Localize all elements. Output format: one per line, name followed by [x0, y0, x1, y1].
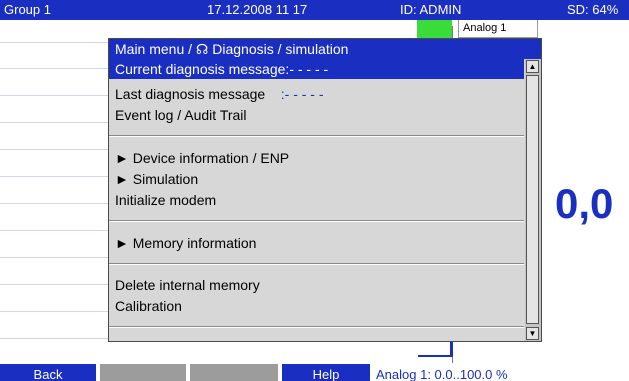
- menu-item-event-log[interactable]: Event log / Audit Trail: [109, 105, 524, 125]
- scroll-down-arrow-icon[interactable]: ▼: [526, 327, 539, 340]
- back-button[interactable]: Back: [0, 364, 96, 381]
- menu-item-delete-internal-memory[interactable]: Delete internal memory: [109, 275, 524, 295]
- menu-item-simulation[interactable]: ► Simulation: [109, 169, 524, 189]
- grid-line: [0, 176, 108, 177]
- menu-list: Current diagnosis message:- - - - - Last…: [109, 59, 524, 341]
- grid-line: [0, 42, 108, 43]
- user-id: ID: ADMIN: [400, 2, 462, 17]
- grid-line: [0, 95, 108, 96]
- soft-key-3[interactable]: [190, 364, 278, 381]
- grid-line: [0, 284, 108, 285]
- scroll-up-arrow-icon[interactable]: ▲: [526, 60, 539, 73]
- channel-color-marker: [417, 20, 452, 38]
- menu-item-label: Current diagnosis message:: [115, 61, 290, 77]
- menu-title: Main menu / ☊ Diagnosis / simulation: [109, 39, 541, 59]
- grid-line: [0, 338, 108, 339]
- channel-tab-analog-1[interactable]: Analog 1: [458, 20, 538, 38]
- grid-line: [0, 257, 108, 258]
- trend-marker: [418, 355, 452, 357]
- menu-item-device-information[interactable]: ► Device information / ENP: [109, 148, 524, 168]
- menu-item-initialize-modem[interactable]: Initialize modem: [109, 190, 524, 210]
- group-name: Group 1: [4, 2, 51, 17]
- menu-item-last-diagnosis[interactable]: Last diagnosis message :- - - - -: [109, 84, 524, 104]
- menu-scrollbar[interactable]: ▲ ▼: [525, 59, 541, 341]
- grid-line: [0, 311, 108, 312]
- menu-item-memory-information[interactable]: ► Memory information: [109, 233, 524, 253]
- trend-tick: [450, 340, 453, 357]
- grid-line: [0, 230, 108, 231]
- menu-separator: [109, 135, 524, 137]
- menu-item-current-diagnosis[interactable]: Current diagnosis message:- - - - -: [109, 59, 524, 79]
- menu-separator: [109, 326, 524, 328]
- sd-card-usage: SD: 64%: [567, 2, 619, 17]
- menu-item-calibration[interactable]: Calibration: [109, 296, 524, 316]
- menu-separator: [109, 263, 524, 265]
- menu-item-value: :- - - - -: [280, 86, 324, 102]
- grid-line: [0, 203, 108, 204]
- help-button[interactable]: Help: [282, 364, 370, 381]
- scroll-thumb[interactable]: [526, 75, 539, 324]
- soft-key-2[interactable]: [100, 364, 186, 381]
- date-time: 17.12.2008 11 17: [207, 2, 308, 17]
- grid-line: [0, 149, 108, 150]
- title-bar: Group 1 17.12.2008 11 17 ID: ADMIN SD: 6…: [0, 0, 629, 20]
- grid-line: [0, 68, 108, 69]
- menu-item-label: Last diagnosis message: [115, 86, 266, 102]
- diagnosis-menu-dialog: Main menu / ☊ Diagnosis / simulation Cur…: [108, 38, 542, 342]
- grid-line: [0, 122, 108, 123]
- menu-item-value: - - - - -: [289, 61, 329, 77]
- menu-separator: [109, 220, 524, 222]
- measured-value: 0,0: [555, 180, 614, 227]
- status-text: Analog 1: 0.0..100.0 %: [372, 364, 629, 381]
